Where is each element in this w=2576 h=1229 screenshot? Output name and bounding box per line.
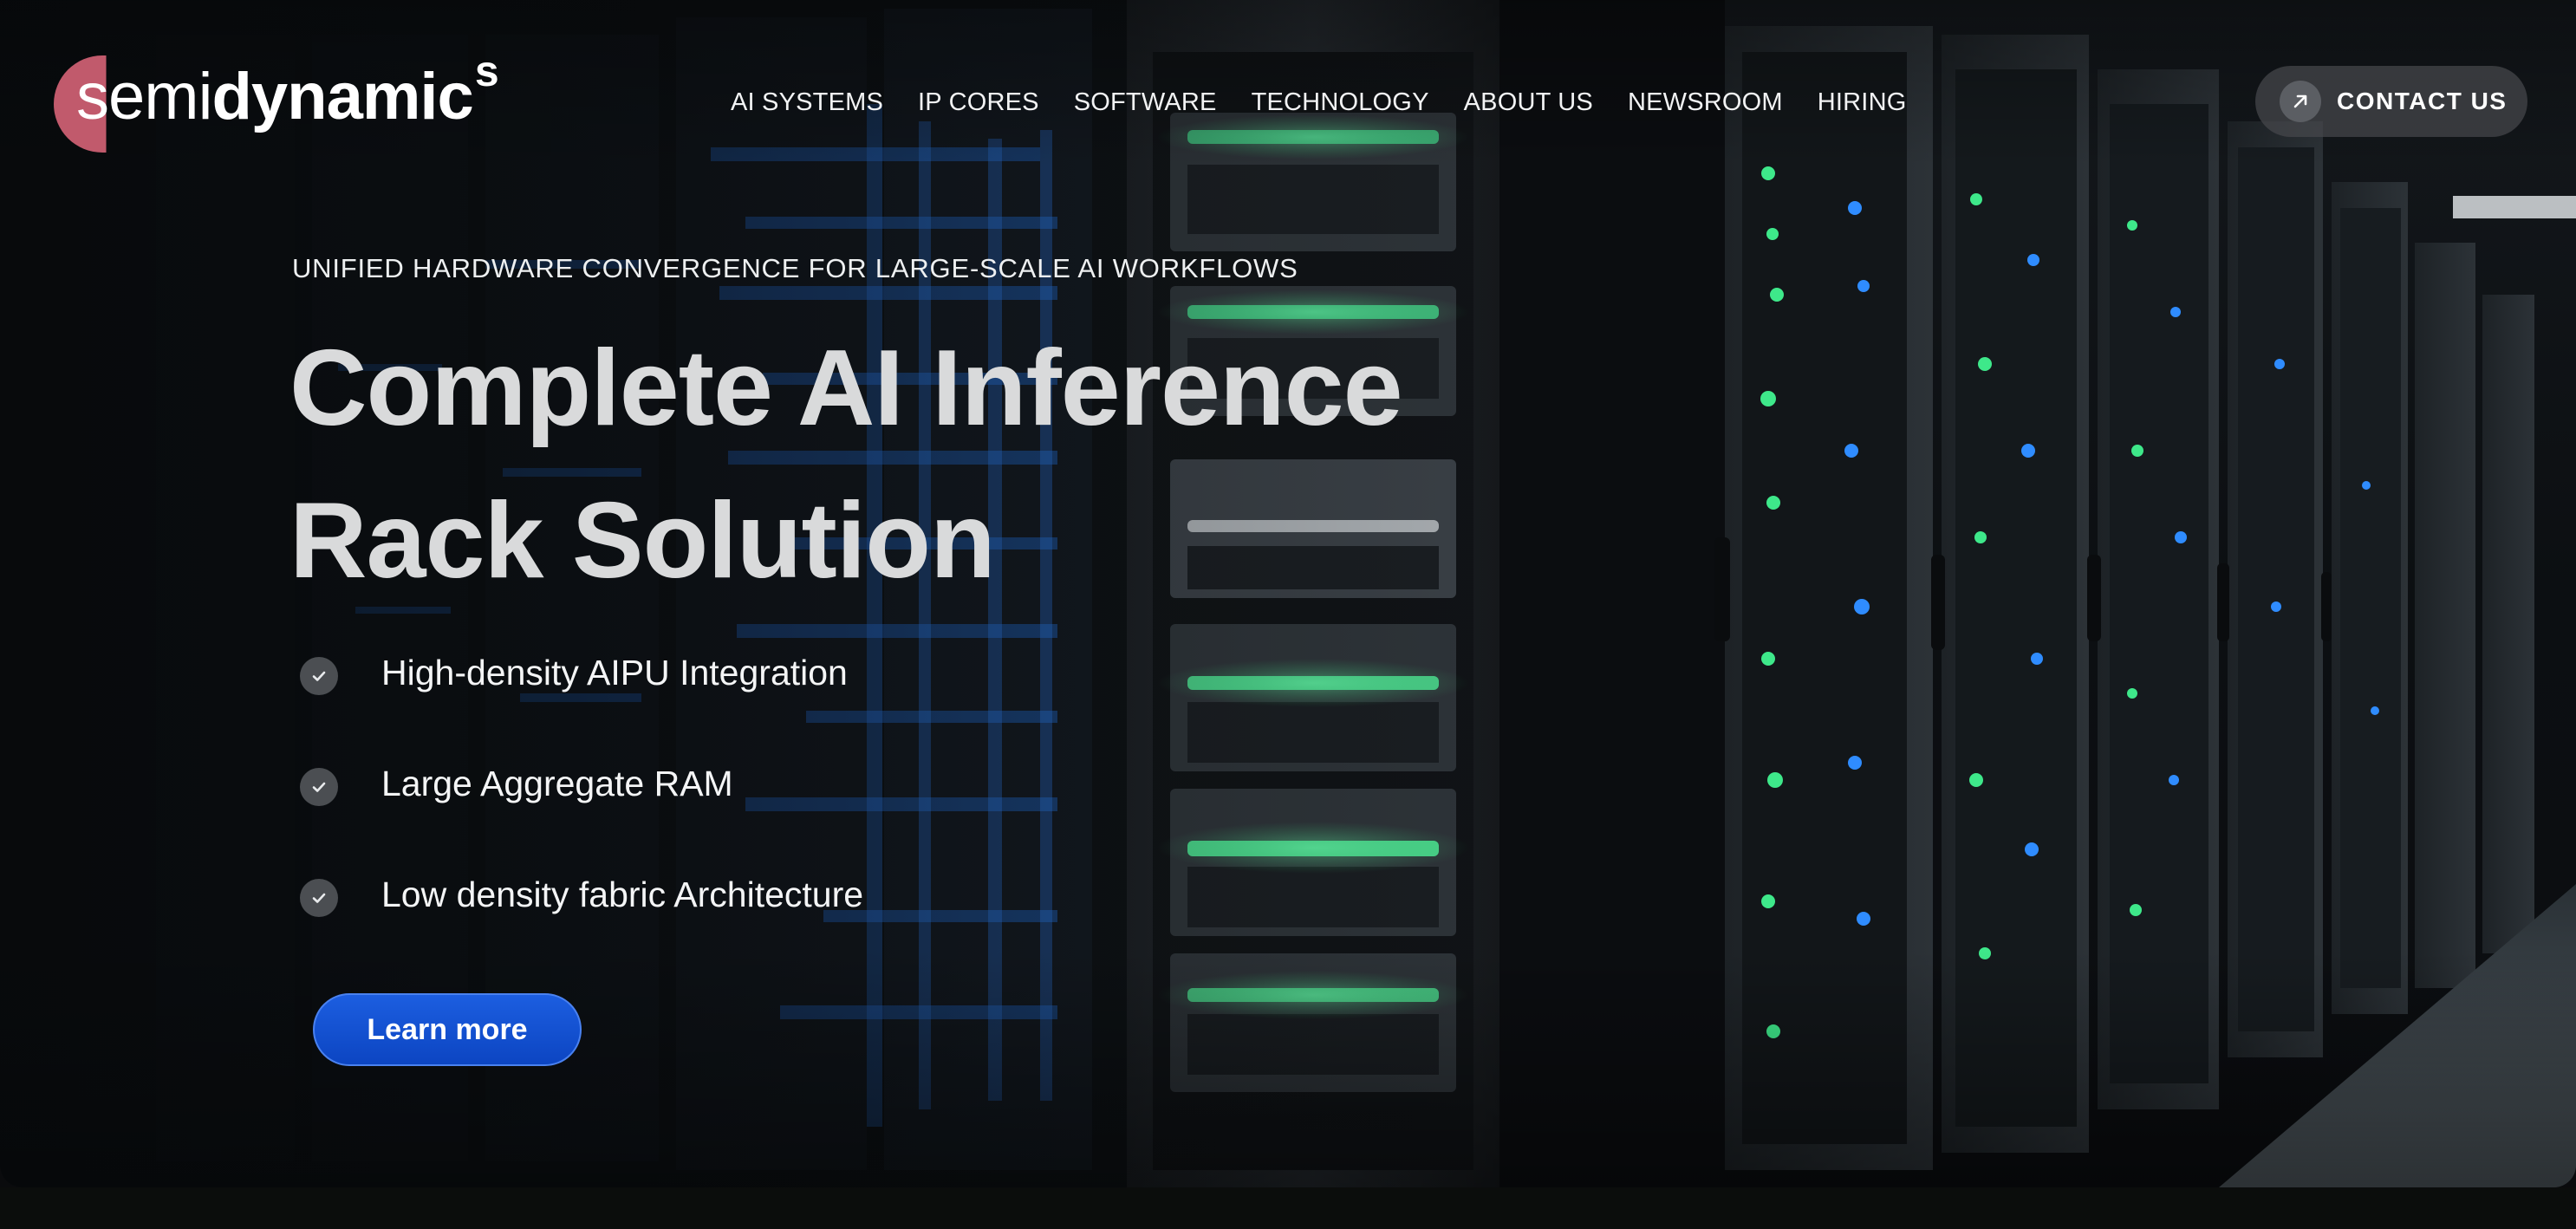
feature-item: Large Aggregate RAM [300,728,1253,839]
hero-headline-line2: Rack Solution [289,481,996,601]
nav-item-hiring[interactable]: HIRING [1818,88,1907,117]
main-nav: AI SYSTEMS IP CORES SOFTWARE TECHNOLOGY … [731,83,1906,121]
check-icon [300,879,338,917]
semidynamics-logo[interactable]: semidynamics [54,47,504,153]
bottom-strip [0,1187,2576,1229]
feature-list: High-density AIPU Integration Large Aggr… [300,617,1253,950]
feature-label: Large Aggregate RAM [381,763,733,803]
nav-item-newsroom[interactable]: NEWSROOM [1628,88,1783,117]
page: semidynamics AI SYSTEMS IP CORES SOFTWAR… [0,0,2576,1229]
nav-item-ip-cores[interactable]: IP CORES [918,88,1039,117]
hero-headline: Complete AI Inference Rack Solution [289,312,1590,617]
learn-more-label: Learn more [367,1012,528,1046]
learn-more-button[interactable]: Learn more [313,993,582,1066]
feature-label: High-density AIPU Integration [381,652,848,693]
feature-item: High-density AIPU Integration [300,617,1253,728]
feature-label: Low density fabric Architecture [381,874,864,914]
hero-eyebrow: UNIFIED HARDWARE CONVERGENCE FOR LARGE-S… [292,253,1298,283]
check-icon [300,768,338,806]
nav-item-software[interactable]: SOFTWARE [1074,88,1217,117]
check-icon [300,657,338,695]
nav-item-ai-systems[interactable]: AI SYSTEMS [731,88,883,117]
nav-item-about-us[interactable]: ABOUT US [1464,88,1593,117]
contact-us-label: CONTACT US [2337,88,2508,114]
nav-item-technology[interactable]: TECHNOLOGY [1252,88,1429,117]
logo-wordmark: semidynamics [76,47,499,147]
logo-text-light: semi [76,60,212,133]
hero-headline-line1: Complete AI Inference [289,328,1403,448]
feature-item: Low density fabric Architecture [300,839,1253,950]
logo-text-bold: dynamic [211,60,473,133]
contact-us-button[interactable]: CONTACT US [2255,66,2527,137]
arrow-up-right-icon [2280,81,2321,122]
logo-text-superscript: s [474,47,499,95]
